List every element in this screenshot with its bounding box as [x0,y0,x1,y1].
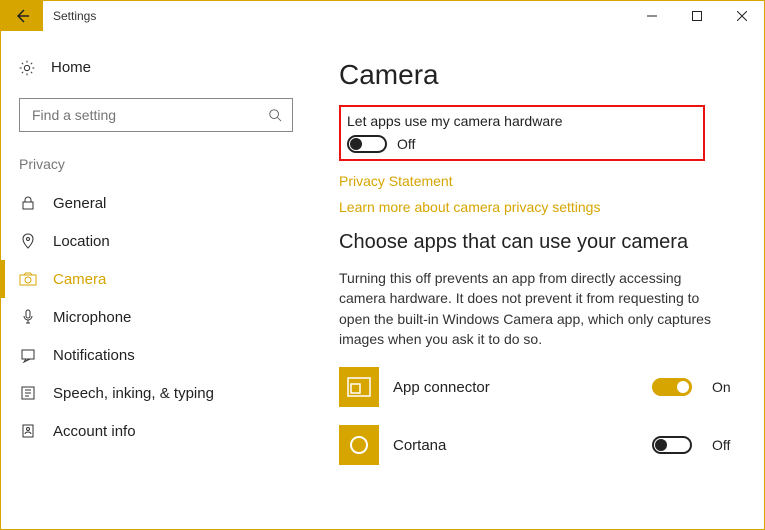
gear-icon [19,60,35,76]
camera-toggle-label: Let apps use my camera hardware [347,113,563,129]
app-toggle-state: Off [712,437,736,453]
app-toggle-state: On [712,379,736,395]
window-title: Settings [53,9,96,23]
minimize-button[interactable] [629,1,674,31]
highlight-annotation: Let apps use my camera hardware Off [339,105,705,161]
sidebar-item-label: Speech, inking, & typing [53,385,214,402]
sidebar-item-location[interactable]: Location [1,222,311,260]
camera-icon [19,270,37,288]
search-input[interactable] [19,98,293,132]
maximize-icon [692,11,702,21]
sidebar-item-label: Camera [53,271,106,288]
speech-icon [19,384,37,402]
lock-icon [19,194,37,212]
account-icon [19,422,37,440]
privacy-statement-link[interactable]: Privacy Statement [339,173,736,189]
microphone-icon [19,308,37,326]
sidebar-item-account[interactable]: Account info [1,412,311,440]
maximize-button[interactable] [674,1,719,31]
cortana-icon [339,425,379,465]
home-label: Home [51,59,91,76]
sidebar-item-label: Microphone [53,309,131,326]
back-arrow-icon [14,8,30,24]
close-button[interactable] [719,1,764,31]
section-label: Privacy [1,152,311,184]
camera-toggle-state: Off [397,136,415,152]
main-panel: Camera Let apps use my camera hardware O… [311,31,764,529]
app-name: Cortana [393,437,638,454]
learn-more-link[interactable]: Learn more about camera privacy settings [339,199,736,215]
sidebar-item-microphone[interactable]: Microphone [1,298,311,336]
sidebar-item-label: General [53,195,106,212]
sidebar-item-label: Notifications [53,347,135,364]
search-field[interactable] [32,107,268,123]
sidebar-item-label: Account info [53,423,136,440]
sidebar-item-speech[interactable]: Speech, inking, & typing [1,374,311,412]
apps-description: Turning this off prevents an app from di… [339,268,719,349]
app-row-connector: App connector On [339,367,736,407]
app-row-cortana: Cortana Off [339,425,736,465]
app-name: App connector [393,379,638,396]
page-title: Camera [339,59,736,91]
cortana-toggle[interactable] [652,436,692,454]
search-icon [268,108,282,122]
app-connector-icon [339,367,379,407]
close-icon [737,11,747,21]
sidebar-item-general[interactable]: General [1,184,311,222]
camera-toggle[interactable] [347,135,387,153]
back-button[interactable] [1,1,43,31]
sidebar: Home Privacy General Location Camera Mic… [1,31,311,529]
app-connector-toggle[interactable] [652,378,692,396]
apps-subheading: Choose apps that can use your camera [339,231,736,254]
home-button[interactable]: Home [1,51,311,84]
location-icon [19,232,37,250]
sidebar-item-notifications[interactable]: Notifications [1,336,311,374]
sidebar-item-camera[interactable]: Camera [1,260,311,298]
minimize-icon [647,11,657,21]
sidebar-item-label: Location [53,233,110,250]
notifications-icon [19,346,37,364]
